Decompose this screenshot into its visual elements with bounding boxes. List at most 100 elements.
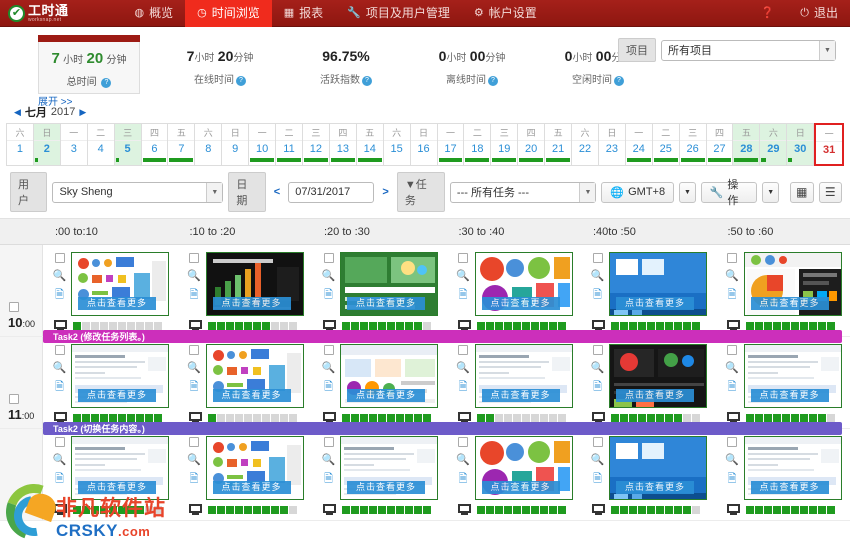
calendar-day-19[interactable]: 三19 (491, 123, 518, 166)
calendar-day-10[interactable]: 一10 (249, 123, 276, 166)
screenshot-select-checkbox[interactable] (55, 345, 65, 355)
calendar-day-28[interactable]: 五28 (733, 123, 760, 166)
screenshot-select-checkbox[interactable] (324, 345, 334, 355)
magnifier-icon[interactable]: 🔍 (322, 363, 336, 374)
screenshot-thumbnail[interactable]: 点击查看更多 (475, 252, 573, 316)
magnifier-icon[interactable]: 🔍 (591, 455, 605, 466)
chevron-left-icon[interactable]: < (271, 186, 283, 198)
timezone-dropdown-toggle[interactable]: ▼ (679, 182, 696, 203)
screenshot-select-checkbox[interactable] (458, 437, 468, 447)
screenshot-select-checkbox[interactable] (189, 253, 199, 263)
nav-item-overview[interactable]: ◍ 概览 (123, 0, 186, 27)
screenshot-select-checkbox[interactable] (324, 437, 334, 447)
screenshot-thumbnail[interactable]: 点击查看更多 (744, 344, 842, 408)
screenshot-select-checkbox[interactable] (458, 253, 468, 263)
nav-item-project-user-admin[interactable]: 🔧 项目及用户管理 (335, 0, 462, 27)
help-icon[interactable]: ? (362, 76, 372, 86)
task-dropdown[interactable]: --- 所有任务 --- ▼ (450, 182, 597, 203)
calendar-day-24[interactable]: 一24 (626, 123, 653, 166)
nav-item-account-settings[interactable]: ⚙ 帐户设置 (462, 0, 549, 27)
screenshot-thumbnail[interactable]: 点击查看更多 (609, 252, 707, 316)
document-icon[interactable]: 🗎 (593, 474, 602, 485)
calendar-day-12[interactable]: 三12 (303, 123, 330, 166)
screenshot-thumbnail[interactable]: 点击查看更多 (71, 436, 169, 500)
date-input[interactable]: 07/31/2017 (288, 182, 374, 203)
document-icon[interactable]: 🗎 (728, 382, 737, 393)
magnifier-icon[interactable]: 🔍 (591, 271, 605, 282)
calendar-day-9[interactable]: 日9 (222, 123, 249, 166)
calendar-day-30[interactable]: 日30 (787, 123, 814, 166)
calendar-day-14[interactable]: 五14 (357, 123, 384, 166)
magnifier-icon[interactable]: 🔍 (456, 455, 470, 466)
calendar-day-17[interactable]: 一17 (438, 123, 465, 166)
calendar-day-20[interactable]: 四20 (518, 123, 545, 166)
calendar-day-18[interactable]: 二18 (464, 123, 491, 166)
screenshot-thumbnail[interactable]: 点击查看更多 (475, 436, 573, 500)
screenshot-thumbnail[interactable]: 点击查看更多 (609, 344, 707, 408)
document-icon[interactable]: 🗎 (55, 290, 64, 301)
screenshot-thumbnail[interactable]: 点击查看更多 (71, 252, 169, 316)
screenshot-select-checkbox[interactable] (727, 253, 737, 263)
expand-details-link[interactable]: 展开 >> (38, 93, 72, 108)
magnifier-icon[interactable]: 🔍 (53, 363, 67, 374)
document-icon[interactable]: 🗎 (593, 290, 602, 301)
help-icon[interactable]: ? (614, 76, 624, 86)
calendar-day-5[interactable]: 三5 (115, 123, 142, 166)
screenshot-select-checkbox[interactable] (55, 437, 65, 447)
screenshot-thumbnail[interactable]: 点击查看更多 (206, 344, 304, 408)
magnifier-icon[interactable]: 🔍 (456, 271, 470, 282)
calendar-day-26[interactable]: 三26 (680, 123, 707, 166)
nav-item-reports[interactable]: ▦ 报表 (272, 0, 335, 27)
grid-view-icon[interactable]: ▦ (790, 182, 813, 203)
row-select-checkbox[interactable] (9, 394, 19, 404)
magnifier-icon[interactable]: 🔍 (456, 363, 470, 374)
screenshot-select-checkbox[interactable] (593, 437, 603, 447)
calendar-day-11[interactable]: 二11 (276, 123, 303, 166)
screenshot-thumbnail[interactable]: 点击查看更多 (71, 344, 169, 408)
logout-button[interactable]: ⏻ 退出 (796, 0, 842, 27)
document-icon[interactable]: 🗎 (55, 474, 64, 485)
action-button[interactable]: 🔧 操作 (701, 182, 758, 203)
document-icon[interactable]: 🗎 (459, 382, 468, 393)
document-icon[interactable]: 🗎 (459, 290, 468, 301)
screenshot-select-checkbox[interactable] (189, 345, 199, 355)
document-icon[interactable]: 🗎 (324, 290, 333, 301)
screenshot-select-checkbox[interactable] (324, 253, 334, 263)
list-view-icon[interactable]: ☰ (819, 182, 842, 203)
magnifier-icon[interactable]: 🔍 (725, 271, 739, 282)
screenshot-select-checkbox[interactable] (727, 437, 737, 447)
help-icon[interactable]: ? (236, 76, 246, 86)
calendar-day-25[interactable]: 二25 (653, 123, 680, 166)
document-icon[interactable]: 🗎 (459, 474, 468, 485)
screenshot-select-checkbox[interactable] (593, 253, 603, 263)
document-icon[interactable]: 🗎 (728, 474, 737, 485)
calendar-day-22[interactable]: 六22 (572, 123, 599, 166)
document-icon[interactable]: 🗎 (190, 474, 199, 485)
calendar-day-29[interactable]: 六29 (760, 123, 787, 166)
magnifier-icon[interactable]: 🔍 (187, 271, 201, 282)
magnifier-icon[interactable]: 🔍 (187, 455, 201, 466)
document-icon[interactable]: 🗎 (593, 382, 602, 393)
magnifier-icon[interactable]: 🔍 (322, 271, 336, 282)
calendar-day-31[interactable]: 一31 (814, 123, 844, 166)
screenshot-thumbnail[interactable]: 点击查看更多 (744, 252, 842, 316)
calendar-day-16[interactable]: 日16 (411, 123, 438, 166)
user-dropdown[interactable]: Sky Sheng ▼ (52, 182, 223, 203)
document-icon[interactable]: 🗎 (324, 474, 333, 485)
screenshot-thumbnail[interactable]: 点击查看更多 (206, 436, 304, 500)
magnifier-icon[interactable]: 🔍 (591, 363, 605, 374)
calendar-day-15[interactable]: 六15 (384, 123, 411, 166)
document-icon[interactable]: 🗎 (55, 382, 64, 393)
magnifier-icon[interactable]: 🔍 (187, 363, 201, 374)
screenshot-thumbnail[interactable]: 点击查看更多 (206, 252, 304, 316)
screenshot-thumbnail[interactable]: 点击查看更多 (475, 344, 573, 408)
screenshot-thumbnail[interactable]: 点击查看更多 (340, 344, 438, 408)
help-icon[interactable]: ? (101, 78, 111, 88)
calendar-day-27[interactable]: 四27 (707, 123, 734, 166)
magnifier-icon[interactable]: 🔍 (725, 363, 739, 374)
help-icon[interactable]: ? (488, 76, 498, 86)
document-icon[interactable]: 🗎 (190, 382, 199, 393)
screenshot-select-checkbox[interactable] (189, 437, 199, 447)
calendar-day-7[interactable]: 五7 (168, 123, 195, 166)
calendar-day-8[interactable]: 六8 (195, 123, 222, 166)
